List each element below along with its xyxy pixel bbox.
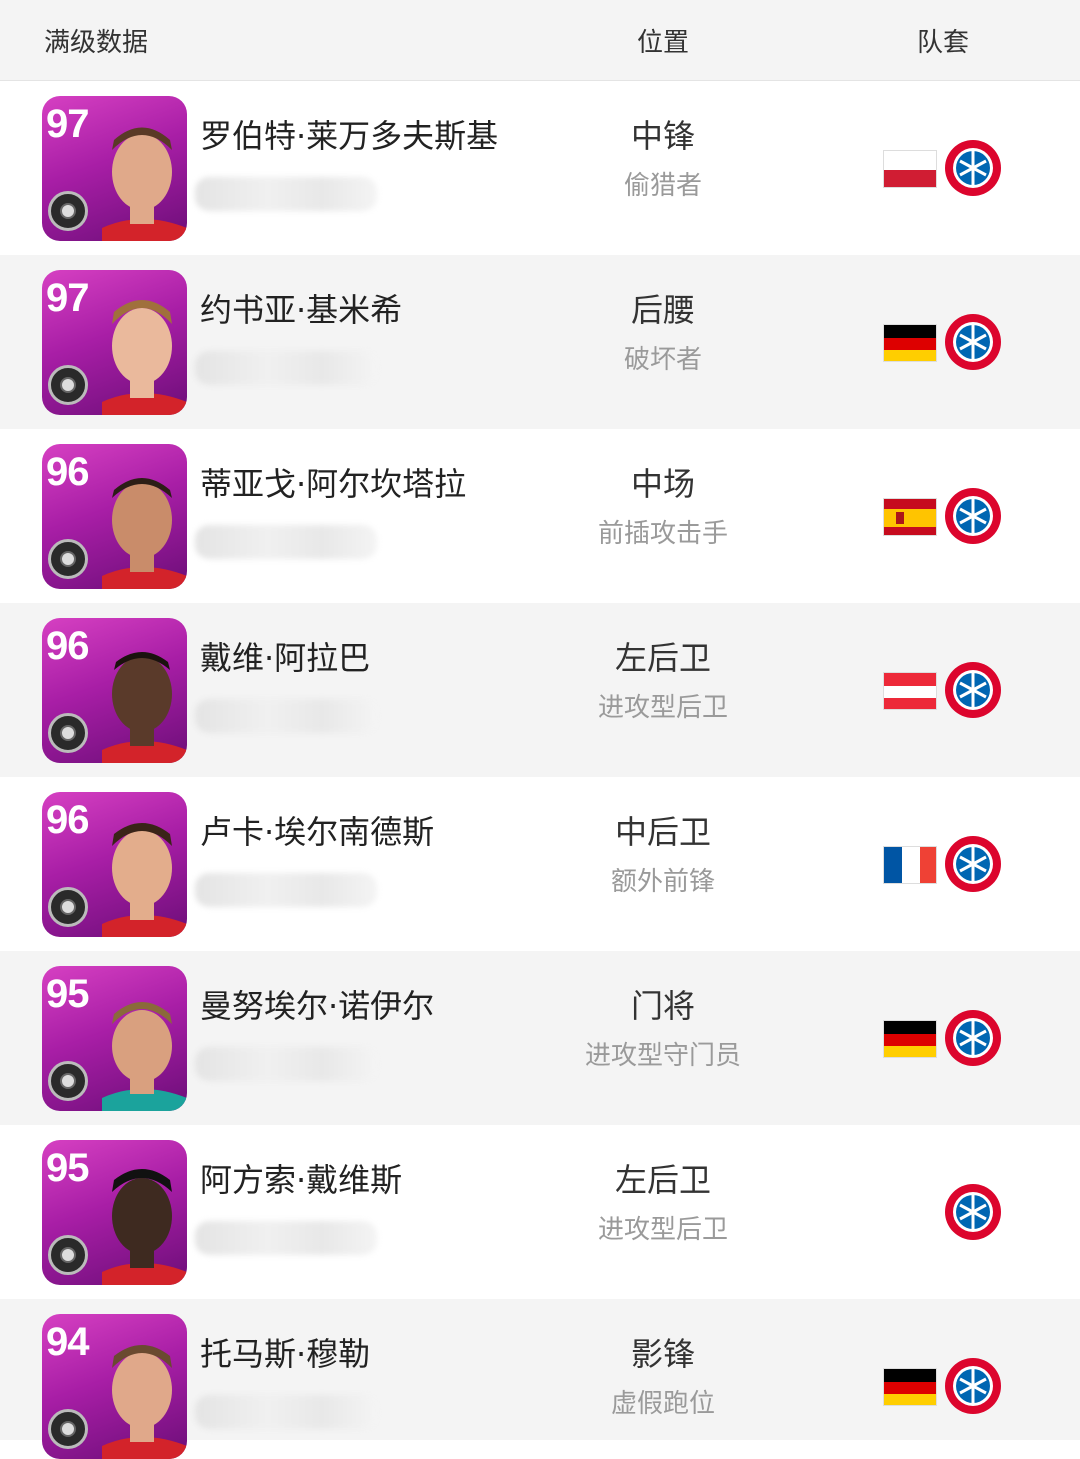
player-style: 前插攻击手 (597, 519, 728, 549)
header-kit-label: 队套 (916, 28, 969, 58)
poland-flag-icon (883, 150, 937, 188)
bayern-logo-icon (945, 836, 1001, 892)
blurred-text (195, 699, 377, 733)
player-row[interactable]: 96 卢卡·埃尔南德斯 中后卫 额外前锋 (0, 777, 1080, 951)
player-position: 左后卫 (614, 1161, 711, 1199)
player-style: 破坏者 (623, 345, 702, 375)
germany-flag-icon (883, 1368, 937, 1406)
germany-flag-icon (883, 1020, 937, 1058)
bayern-logo-icon (945, 1184, 1001, 1240)
player-row[interactable]: 96 戴维·阿拉巴 左后卫 进攻型后卫 (0, 603, 1080, 777)
blurred-text (195, 1395, 377, 1429)
bayern-logo-icon (945, 488, 1001, 544)
player-name: 曼努埃尔·诺伊尔 (200, 987, 435, 1025)
player-portrait (102, 823, 187, 937)
club-badge-icon (48, 539, 88, 579)
spain-flag-icon (883, 498, 937, 536)
player-rating: 96 (46, 450, 89, 494)
player-position: 中后卫 (614, 813, 711, 851)
club-badge-icon (48, 1235, 88, 1275)
blurred-text (195, 1047, 377, 1081)
player-portrait (102, 652, 187, 763)
player-rating: 96 (46, 624, 89, 668)
player-row[interactable]: 94 托马斯·穆勒 影锋 虚假跑位 (0, 1299, 1080, 1459)
club-badge-icon (48, 1409, 88, 1449)
player-position: 中场 (630, 465, 695, 503)
table-header: 满级数据 位置 队套 (0, 0, 1080, 81)
bayern-logo-icon (945, 314, 1001, 370)
player-name: 戴维·阿拉巴 (200, 639, 371, 677)
bayern-logo-icon (945, 1358, 1001, 1414)
player-card: 94 (42, 1314, 187, 1459)
blurred-text (195, 1221, 377, 1255)
player-portrait (102, 300, 187, 415)
player-name: 蒂亚戈·阿尔坎塔拉 (200, 465, 467, 503)
player-card: 96 (42, 618, 187, 763)
player-style: 虚假跑位 (610, 1389, 715, 1419)
player-row[interactable]: 97 罗伯特·莱万多夫斯基 中锋 偷猎者 (0, 81, 1080, 255)
player-portrait (102, 127, 187, 241)
player-rating: 95 (46, 1146, 89, 1190)
player-portrait (102, 1345, 187, 1459)
player-card: 97 (42, 96, 187, 241)
header-data-label: 满级数据 (44, 28, 149, 58)
player-card: 95 (42, 1140, 187, 1285)
germany-flag-icon (883, 324, 937, 362)
player-portrait (102, 1002, 187, 1111)
club-badge-icon (48, 365, 88, 405)
blurred-text (195, 177, 377, 211)
player-portrait (102, 1169, 187, 1285)
club-badge-icon (48, 887, 88, 927)
player-position: 左后卫 (614, 639, 711, 677)
player-rating: 95 (46, 972, 89, 1016)
player-name: 罗伯特·莱万多夫斯基 (200, 117, 499, 155)
player-portrait (102, 478, 187, 589)
blurred-text (195, 525, 377, 559)
player-row[interactable]: 96 蒂亚戈·阿尔坎塔拉 中场 前插攻击手 (0, 429, 1080, 603)
player-style: 进攻型后卫 (597, 1215, 728, 1245)
player-position: 影锋 (630, 1335, 695, 1373)
blurred-text (195, 873, 377, 907)
player-style: 偷猎者 (623, 171, 702, 201)
player-rating: 97 (46, 276, 89, 320)
player-row[interactable]: 95 阿方索·戴维斯 左后卫 进攻型后卫 (0, 1125, 1080, 1299)
france-flag-icon (883, 846, 937, 884)
player-row[interactable]: 95 曼努埃尔·诺伊尔 门将 进攻型守门员 (0, 951, 1080, 1125)
club-badge-icon (48, 191, 88, 231)
blurred-text (195, 351, 377, 385)
player-card: 96 (42, 444, 187, 589)
player-style: 进攻型后卫 (597, 693, 728, 723)
player-position: 后腰 (630, 291, 695, 329)
austria-flag-icon (883, 672, 937, 710)
player-position: 中锋 (630, 117, 695, 155)
player-row[interactable]: 97 约书亚·基米希 后腰 破坏者 (0, 255, 1080, 429)
player-name: 阿方索·戴维斯 (200, 1161, 403, 1199)
player-name: 卢卡·埃尔南德斯 (200, 813, 435, 851)
bayern-logo-icon (945, 1010, 1001, 1066)
player-card: 95 (42, 966, 187, 1111)
player-rating: 96 (46, 798, 89, 842)
player-position: 门将 (630, 987, 695, 1025)
club-badge-icon (48, 713, 88, 753)
player-card: 97 (42, 270, 187, 415)
player-name: 托马斯·穆勒 (200, 1335, 371, 1373)
player-rating: 94 (46, 1320, 89, 1364)
player-style: 额外前锋 (610, 867, 715, 897)
club-badge-icon (48, 1061, 88, 1101)
bayern-logo-icon (945, 662, 1001, 718)
player-card: 96 (42, 792, 187, 937)
header-position-label: 位置 (636, 28, 689, 58)
player-rating: 97 (46, 102, 89, 146)
player-style: 进攻型守门员 (584, 1041, 741, 1071)
bayern-logo-icon (945, 140, 1001, 196)
player-name: 约书亚·基米希 (200, 291, 403, 329)
